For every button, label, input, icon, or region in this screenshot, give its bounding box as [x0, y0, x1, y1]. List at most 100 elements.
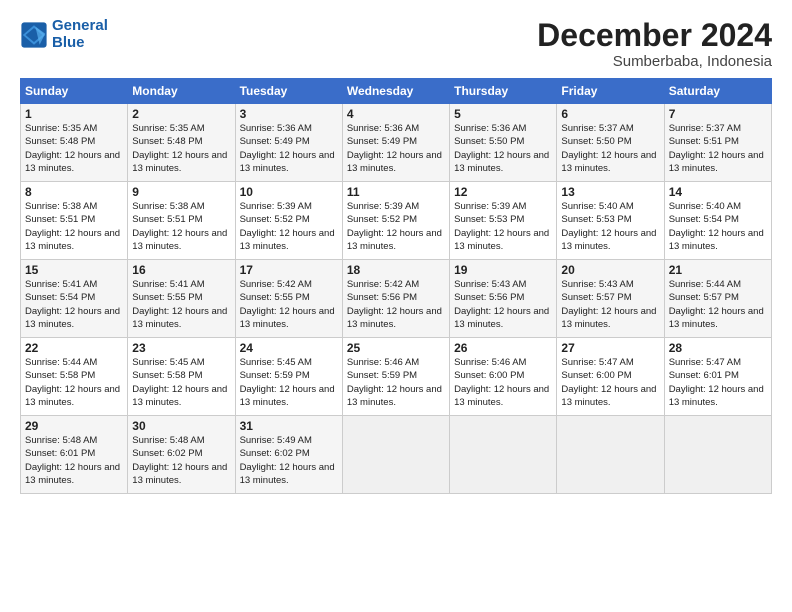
day-info: Sunrise: 5:45 AMSunset: 5:59 PMDaylight:… — [240, 356, 338, 409]
day-info: Sunrise: 5:41 AMSunset: 5:54 PMDaylight:… — [25, 278, 123, 331]
calendar-cell: 28Sunrise: 5:47 AMSunset: 6:01 PMDayligh… — [664, 338, 771, 416]
calendar-cell: 11Sunrise: 5:39 AMSunset: 5:52 PMDayligh… — [342, 182, 449, 260]
weekday-header-saturday: Saturday — [664, 79, 771, 104]
day-number: 5 — [454, 107, 552, 121]
calendar-cell — [450, 416, 557, 494]
weekday-header-tuesday: Tuesday — [235, 79, 342, 104]
day-info: Sunrise: 5:43 AMSunset: 5:57 PMDaylight:… — [561, 278, 659, 331]
day-info: Sunrise: 5:39 AMSunset: 5:52 PMDaylight:… — [240, 200, 338, 253]
day-number: 9 — [132, 185, 230, 199]
calendar-cell: 7Sunrise: 5:37 AMSunset: 5:51 PMDaylight… — [664, 104, 771, 182]
day-number: 27 — [561, 341, 659, 355]
day-info: Sunrise: 5:40 AMSunset: 5:53 PMDaylight:… — [561, 200, 659, 253]
day-number: 23 — [132, 341, 230, 355]
calendar-cell: 10Sunrise: 5:39 AMSunset: 5:52 PMDayligh… — [235, 182, 342, 260]
calendar-cell: 16Sunrise: 5:41 AMSunset: 5:55 PMDayligh… — [128, 260, 235, 338]
day-info: Sunrise: 5:36 AMSunset: 5:49 PMDaylight:… — [240, 122, 338, 175]
page-container: General Blue December 2024 Sumberbaba, I… — [0, 0, 792, 504]
calendar-cell: 4Sunrise: 5:36 AMSunset: 5:49 PMDaylight… — [342, 104, 449, 182]
calendar-cell: 14Sunrise: 5:40 AMSunset: 5:54 PMDayligh… — [664, 182, 771, 260]
calendar-cell: 6Sunrise: 5:37 AMSunset: 5:50 PMDaylight… — [557, 104, 664, 182]
logo-text: General Blue — [52, 18, 108, 51]
day-info: Sunrise: 5:42 AMSunset: 5:56 PMDaylight:… — [347, 278, 445, 331]
calendar-cell: 27Sunrise: 5:47 AMSunset: 6:00 PMDayligh… — [557, 338, 664, 416]
day-number: 17 — [240, 263, 338, 277]
day-info: Sunrise: 5:36 AMSunset: 5:49 PMDaylight:… — [347, 122, 445, 175]
day-number: 18 — [347, 263, 445, 277]
day-number: 31 — [240, 419, 338, 433]
calendar-cell: 31Sunrise: 5:49 AMSunset: 6:02 PMDayligh… — [235, 416, 342, 494]
calendar-cell: 15Sunrise: 5:41 AMSunset: 5:54 PMDayligh… — [21, 260, 128, 338]
calendar-cell: 26Sunrise: 5:46 AMSunset: 6:00 PMDayligh… — [450, 338, 557, 416]
calendar-cell: 3Sunrise: 5:36 AMSunset: 5:49 PMDaylight… — [235, 104, 342, 182]
calendar-week-row: 15Sunrise: 5:41 AMSunset: 5:54 PMDayligh… — [21, 260, 772, 338]
calendar-cell: 23Sunrise: 5:45 AMSunset: 5:58 PMDayligh… — [128, 338, 235, 416]
day-info: Sunrise: 5:36 AMSunset: 5:50 PMDaylight:… — [454, 122, 552, 175]
calendar-cell: 29Sunrise: 5:48 AMSunset: 6:01 PMDayligh… — [21, 416, 128, 494]
day-info: Sunrise: 5:39 AMSunset: 5:53 PMDaylight:… — [454, 200, 552, 253]
day-info: Sunrise: 5:41 AMSunset: 5:55 PMDaylight:… — [132, 278, 230, 331]
calendar-cell: 9Sunrise: 5:38 AMSunset: 5:51 PMDaylight… — [128, 182, 235, 260]
weekday-header-monday: Monday — [128, 79, 235, 104]
day-info: Sunrise: 5:42 AMSunset: 5:55 PMDaylight:… — [240, 278, 338, 331]
day-number: 6 — [561, 107, 659, 121]
day-number: 13 — [561, 185, 659, 199]
calendar-week-row: 29Sunrise: 5:48 AMSunset: 6:01 PMDayligh… — [21, 416, 772, 494]
calendar-cell: 12Sunrise: 5:39 AMSunset: 5:53 PMDayligh… — [450, 182, 557, 260]
day-info: Sunrise: 5:43 AMSunset: 5:56 PMDaylight:… — [454, 278, 552, 331]
day-info: Sunrise: 5:48 AMSunset: 6:01 PMDaylight:… — [25, 434, 123, 487]
day-number: 19 — [454, 263, 552, 277]
calendar-week-row: 8Sunrise: 5:38 AMSunset: 5:51 PMDaylight… — [21, 182, 772, 260]
calendar-cell: 18Sunrise: 5:42 AMSunset: 5:56 PMDayligh… — [342, 260, 449, 338]
calendar-cell — [557, 416, 664, 494]
calendar-table: SundayMondayTuesdayWednesdayThursdayFrid… — [20, 78, 772, 494]
day-info: Sunrise: 5:49 AMSunset: 6:02 PMDaylight:… — [240, 434, 338, 487]
calendar-cell: 2Sunrise: 5:35 AMSunset: 5:48 PMDaylight… — [128, 104, 235, 182]
title-block: December 2024 Sumberbaba, Indonesia — [537, 18, 772, 70]
weekday-header-wednesday: Wednesday — [342, 79, 449, 104]
day-info: Sunrise: 5:35 AMSunset: 5:48 PMDaylight:… — [132, 122, 230, 175]
day-number: 10 — [240, 185, 338, 199]
weekday-header-row: SundayMondayTuesdayWednesdayThursdayFrid… — [21, 79, 772, 104]
day-number: 21 — [669, 263, 767, 277]
day-number: 7 — [669, 107, 767, 121]
day-number: 3 — [240, 107, 338, 121]
day-info: Sunrise: 5:47 AMSunset: 6:01 PMDaylight:… — [669, 356, 767, 409]
calendar-cell: 20Sunrise: 5:43 AMSunset: 5:57 PMDayligh… — [557, 260, 664, 338]
day-info: Sunrise: 5:35 AMSunset: 5:48 PMDaylight:… — [25, 122, 123, 175]
calendar-cell: 17Sunrise: 5:42 AMSunset: 5:55 PMDayligh… — [235, 260, 342, 338]
calendar-cell: 25Sunrise: 5:46 AMSunset: 5:59 PMDayligh… — [342, 338, 449, 416]
day-info: Sunrise: 5:46 AMSunset: 6:00 PMDaylight:… — [454, 356, 552, 409]
day-info: Sunrise: 5:45 AMSunset: 5:58 PMDaylight:… — [132, 356, 230, 409]
day-number: 11 — [347, 185, 445, 199]
calendar-cell: 8Sunrise: 5:38 AMSunset: 5:51 PMDaylight… — [21, 182, 128, 260]
day-number: 4 — [347, 107, 445, 121]
day-info: Sunrise: 5:44 AMSunset: 5:58 PMDaylight:… — [25, 356, 123, 409]
day-info: Sunrise: 5:38 AMSunset: 5:51 PMDaylight:… — [132, 200, 230, 253]
calendar-week-row: 1Sunrise: 5:35 AMSunset: 5:48 PMDaylight… — [21, 104, 772, 182]
day-info: Sunrise: 5:46 AMSunset: 5:59 PMDaylight:… — [347, 356, 445, 409]
day-number: 12 — [454, 185, 552, 199]
day-number: 20 — [561, 263, 659, 277]
weekday-header-friday: Friday — [557, 79, 664, 104]
header: General Blue December 2024 Sumberbaba, I… — [20, 18, 772, 70]
day-number: 29 — [25, 419, 123, 433]
day-number: 26 — [454, 341, 552, 355]
calendar-cell — [664, 416, 771, 494]
calendar-cell: 5Sunrise: 5:36 AMSunset: 5:50 PMDaylight… — [450, 104, 557, 182]
logo: General Blue — [20, 18, 108, 51]
calendar-cell: 24Sunrise: 5:45 AMSunset: 5:59 PMDayligh… — [235, 338, 342, 416]
day-info: Sunrise: 5:38 AMSunset: 5:51 PMDaylight:… — [25, 200, 123, 253]
day-info: Sunrise: 5:47 AMSunset: 6:00 PMDaylight:… — [561, 356, 659, 409]
month-title: December 2024 — [537, 18, 772, 53]
day-info: Sunrise: 5:37 AMSunset: 5:51 PMDaylight:… — [669, 122, 767, 175]
calendar-cell: 1Sunrise: 5:35 AMSunset: 5:48 PMDaylight… — [21, 104, 128, 182]
calendar-cell: 22Sunrise: 5:44 AMSunset: 5:58 PMDayligh… — [21, 338, 128, 416]
day-number: 8 — [25, 185, 123, 199]
day-number: 14 — [669, 185, 767, 199]
calendar-cell: 30Sunrise: 5:48 AMSunset: 6:02 PMDayligh… — [128, 416, 235, 494]
day-number: 25 — [347, 341, 445, 355]
day-info: Sunrise: 5:48 AMSunset: 6:02 PMDaylight:… — [132, 434, 230, 487]
calendar-cell: 19Sunrise: 5:43 AMSunset: 5:56 PMDayligh… — [450, 260, 557, 338]
day-number: 2 — [132, 107, 230, 121]
